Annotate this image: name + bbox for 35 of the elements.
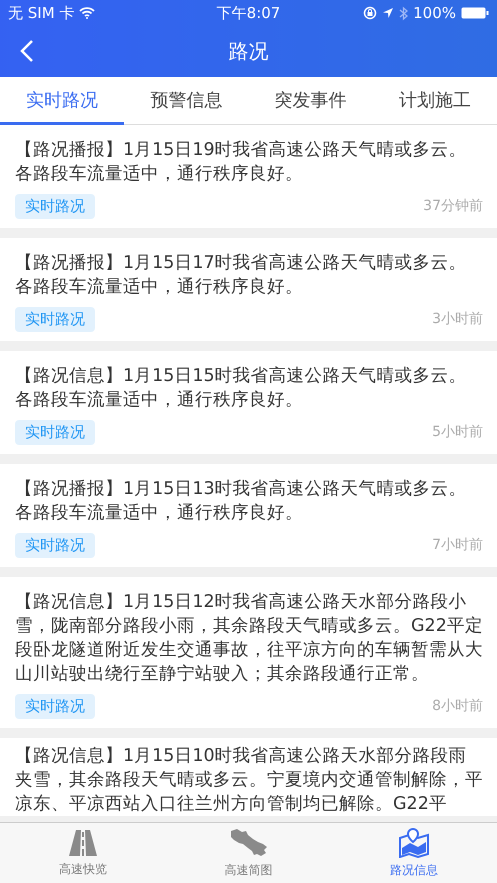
bluetooth-icon xyxy=(399,6,408,20)
back-icon[interactable] xyxy=(20,39,34,63)
news-text: 【路况信息】1月15日12时我省高速公路天水部分路段小雪，陇南部分路段小雨，其余路段天气晴或多云。G22平定段卧龙隧道附近发生交通事故，往平凉方向的车辆暂需从大山川站驶出绕行至静宁站驶入；其余路段通行正常。 xyxy=(15,591,483,686)
time-ago: 7小时前 xyxy=(432,536,483,554)
news-text: 【路况信息】1月15日15时我省高速公路天气晴或多云。各路段车流量适中，通行秩序良好。 xyxy=(15,365,468,412)
battery-icon xyxy=(461,7,489,19)
category-tab[interactable]: 突发事件 xyxy=(248,77,373,125)
bottom-tab[interactable]: 高速简图 xyxy=(166,823,332,883)
news-text: 【路况播报】1月15日19时我省高速公路天气晴或多云。各路段车流量适中，通行秩序良好。 xyxy=(15,139,468,186)
news-text: 【路况播报】1月15日13时我省高速公路天气晴或多云。各路段车流量适中，通行秩序良好。 xyxy=(15,478,468,525)
time-ago: 5小时前 xyxy=(432,423,483,441)
time-ago: 3小时前 xyxy=(432,310,483,328)
news-text: 【路况信息】1月15日10时我省高速公路天水部分路段雨夹雪，其余路段天气晴或多云。宁夏境内交通管制解除，平凉东、平凉西站入口往兰州方向管制均已解除。G22平 xyxy=(15,745,483,816)
page-title: 路况 xyxy=(228,38,268,65)
road-icon xyxy=(68,828,98,856)
bottom-tab[interactable]: 高速快览 xyxy=(0,823,166,883)
wifi-icon xyxy=(79,7,96,19)
location-arrow-icon xyxy=(382,7,394,19)
category-tab[interactable]: 预警信息 xyxy=(124,77,248,125)
time-ago: 37分钟前 xyxy=(423,197,483,215)
map-icon xyxy=(230,828,268,858)
bottom-tab[interactable]: 路况信息 xyxy=(331,823,497,883)
clock-time: 下午8:07 xyxy=(216,4,280,22)
category-tag: 实时路况 xyxy=(15,306,95,332)
map-pin-icon xyxy=(398,828,430,858)
category-tag: 实时路况 xyxy=(15,194,95,218)
category-tag: 实时路况 xyxy=(15,694,95,718)
rotation-lock-icon xyxy=(363,6,378,20)
category-tag: 实时路况 xyxy=(15,532,95,558)
category-tag: 实时路况 xyxy=(15,420,95,444)
battery-percent: 100% xyxy=(413,4,456,22)
time-ago: 8小时前 xyxy=(432,697,483,715)
category-tab[interactable]: 计划施工 xyxy=(372,77,497,125)
news-text: 【路况播报】1月15日17时我省高速公路天气晴或多云。各路段车流量适中，通行秩序良好。 xyxy=(15,252,468,299)
carrier-text: 无 SIM 卡 xyxy=(8,4,74,22)
